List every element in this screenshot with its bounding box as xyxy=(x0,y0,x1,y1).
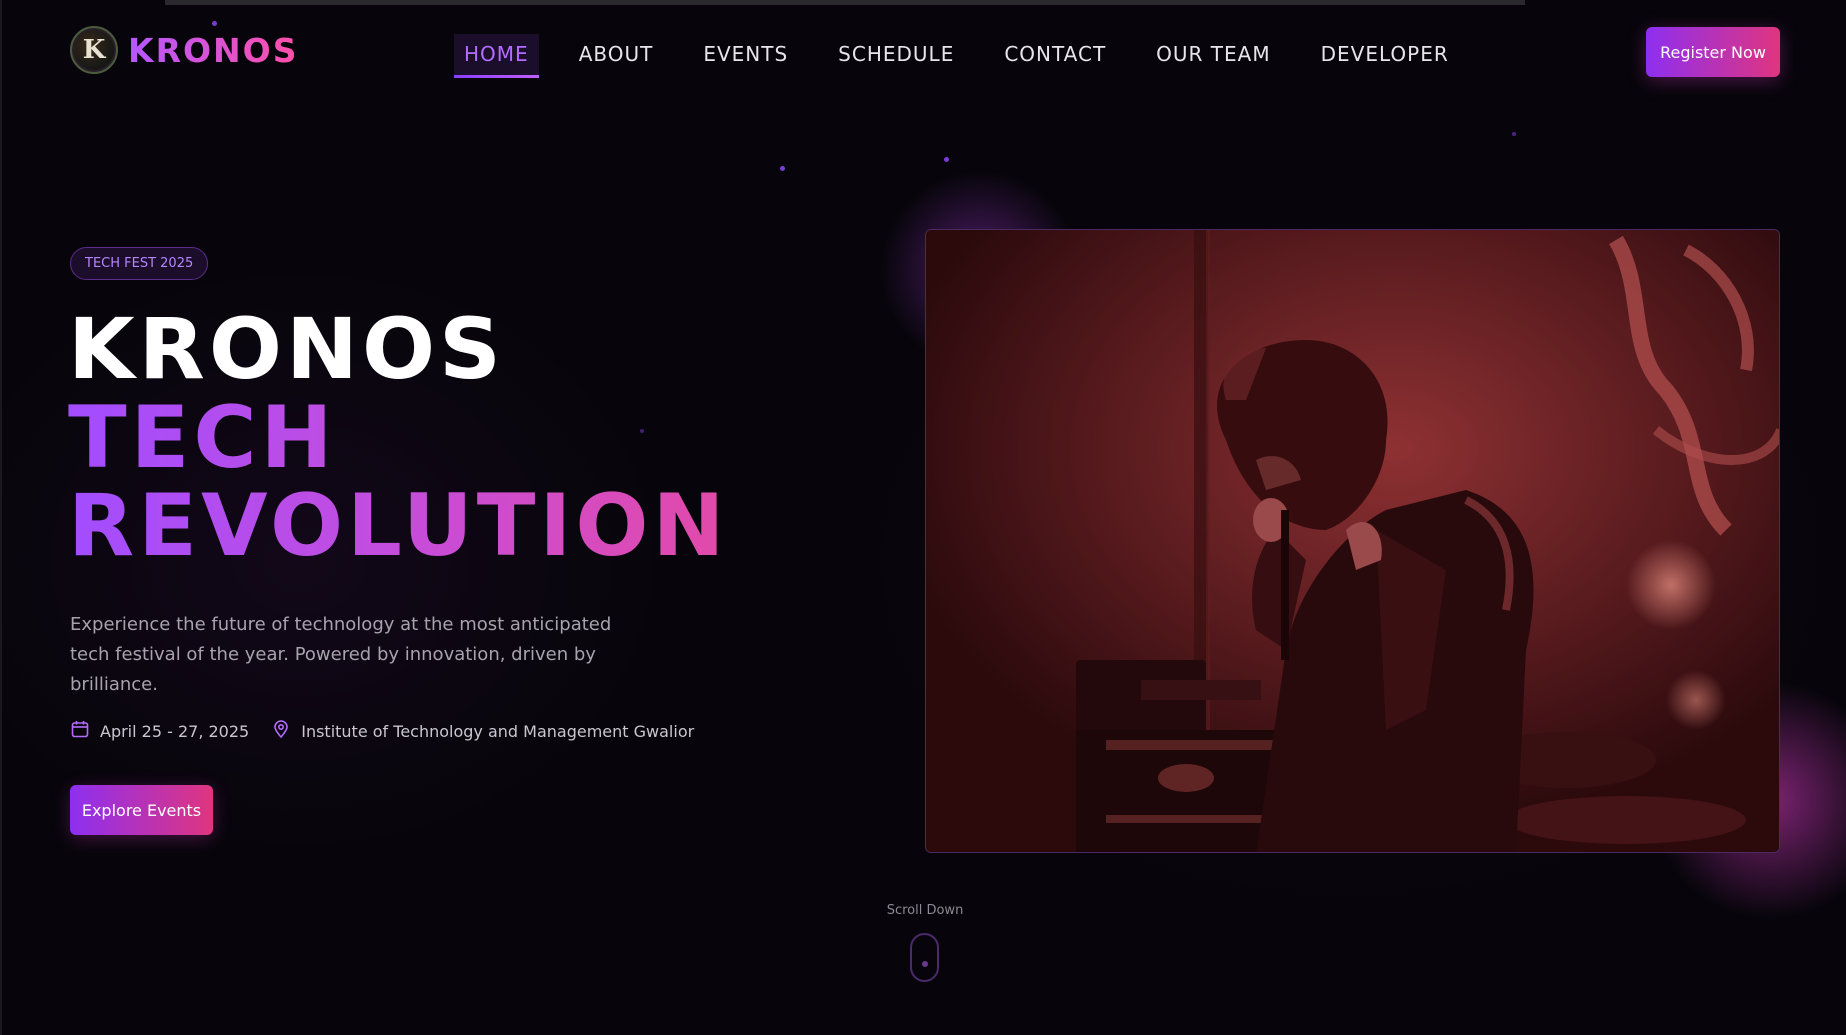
nav-item-contact[interactable]: CONTACT xyxy=(994,34,1116,76)
nav-item-home[interactable]: HOME xyxy=(454,34,539,78)
nav-menu: HOME ABOUT EVENTS SCHEDULE CONTACT OUR T… xyxy=(454,34,1489,78)
nav-item-developer[interactable]: DEVELOPER xyxy=(1311,34,1459,76)
brand-name: KRONOS xyxy=(128,30,299,70)
scroll-down-text: Scroll Down xyxy=(886,903,964,918)
hero-title-line2: TECH xyxy=(68,394,728,482)
hero-description: Experience the future of technology at t… xyxy=(70,614,612,695)
brand-logo[interactable]: K KRONOS xyxy=(70,26,298,74)
register-button[interactable]: Register Now xyxy=(1646,27,1780,77)
event-venue: Institute of Technology and Management G… xyxy=(271,719,694,743)
page: K KRONOS HOME ABOUT EVENTS SCHEDULE CONT… xyxy=(0,0,1846,1035)
event-badge: TECH FEST 2025 xyxy=(70,247,209,280)
concert-photo xyxy=(926,230,1779,852)
top-navbar: K KRONOS HOME ABOUT EVENTS SCHEDULE CONT… xyxy=(0,0,1846,105)
location-pin-icon xyxy=(271,719,291,743)
decor-dot xyxy=(780,166,785,171)
nav-item-about[interactable]: ABOUT xyxy=(569,34,664,76)
nav-item-our-team[interactable]: OUR TEAM xyxy=(1146,34,1280,76)
hero-title-line3: REVOLUTION xyxy=(68,476,729,576)
nav-item-schedule[interactable]: SCHEDULE xyxy=(828,34,964,76)
hero-title: KRONOS TECH REVOLUTION xyxy=(68,306,728,570)
decor-dot xyxy=(944,157,949,162)
event-meta: April 25 - 27, 2025 Institute of Technol… xyxy=(70,719,704,743)
event-venue-text: Institute of Technology and Management G… xyxy=(301,721,695,741)
hero-title-line1: KRONOS xyxy=(68,301,505,399)
event-date-text: April 25 - 27, 2025 xyxy=(100,721,250,741)
decor-dot xyxy=(1512,132,1516,136)
hero-image xyxy=(925,229,1780,853)
scroll-mouse-icon[interactable] xyxy=(910,933,939,982)
event-date: April 25 - 27, 2025 xyxy=(70,719,249,743)
logo-emblem-icon: K xyxy=(70,26,118,74)
explore-events-button[interactable]: Explore Events xyxy=(70,785,213,835)
calendar-icon xyxy=(70,719,90,743)
window-left-border xyxy=(0,0,2,1035)
nav-item-events[interactable]: EVENTS xyxy=(693,34,798,76)
scroll-mouse-wheel xyxy=(922,961,928,967)
